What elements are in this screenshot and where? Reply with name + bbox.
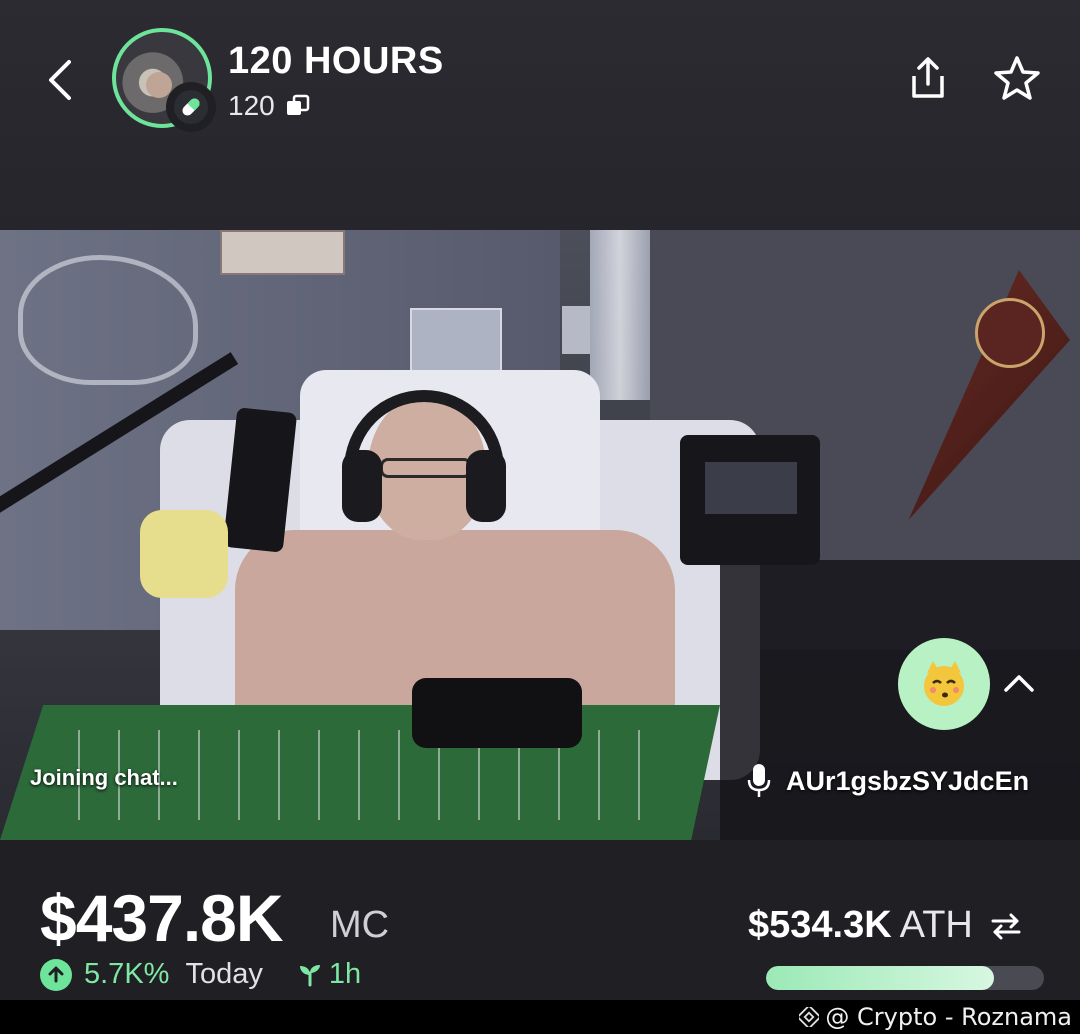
video-scene-panel [410,308,502,372]
active-speaker: AUr1gsbzSYJdcEn [746,762,1029,800]
chat-status: Joining chat... [30,765,178,790]
video-scene-switch [562,306,590,354]
market-cap-label: MC [330,904,390,946]
change-percent: 5.7K% [84,958,170,990]
watermark: @ Crypto - Roznama [799,1000,1072,1034]
video-scene-light [590,230,650,400]
video-scene-dice [140,510,228,598]
change-period: Today [185,958,263,990]
video-scene-keyboard [412,678,582,748]
emoji-reaction-button[interactable] [898,638,990,730]
livestream-video[interactable]: Joining chat... AUr1gsbzSYJdcEn [0,230,1080,840]
change-row: 5.7K% Today 1h [40,958,361,991]
watermark-text: @ Crypto - Roznama [825,1003,1072,1031]
token-header: 120 HOURS 120 [0,0,1080,230]
video-scene-monitor-screen [705,462,797,514]
back-button[interactable] [40,55,80,105]
video-scene-earcup [466,450,506,522]
video-scene-pennant-seal [975,298,1045,368]
token-stats: $437.8K MC 5.7K% Today 1h $534.3K ATH [0,840,1080,1000]
swap-icon[interactable] [989,911,1023,941]
token-title: 120 HOURS [228,40,444,82]
speaker-name: AUr1gsbzSYJdcEn [786,765,1030,796]
market-cap-value: $437.8K [40,881,284,955]
binance-icon [799,1007,820,1027]
video-scene-plate [220,230,345,275]
ath-value: $534.3K [748,904,892,946]
footer-bar: @ Crypto - Roznama [0,1000,1080,1034]
sprout-icon [299,964,320,986]
mic-icon [747,764,771,797]
ath-progress-fill [766,966,994,990]
ath-row: $534.3K ATH [748,904,1023,947]
chevron-up-icon [1004,675,1034,692]
ath-progress-bar [766,966,1044,990]
chevron-left-icon [49,60,71,100]
star-icon [994,56,1040,100]
pill-icon [174,90,208,124]
token-age-value: 1h [328,958,362,990]
pill-badge [166,82,216,132]
token-age: 1h [297,958,361,991]
share-button[interactable] [906,54,950,102]
holders-row: 120 [228,90,311,122]
arrow-up-icon [40,958,72,991]
share-icon [912,57,944,98]
holders-count: 120 [228,90,275,121]
copy-icon[interactable] [285,93,311,119]
expand-reactions-button[interactable] [998,668,1040,700]
ath-label: ATH [899,904,973,946]
favorite-button[interactable] [992,54,1042,102]
emoji-icon [924,661,964,706]
video-scene-earcup [342,450,382,522]
